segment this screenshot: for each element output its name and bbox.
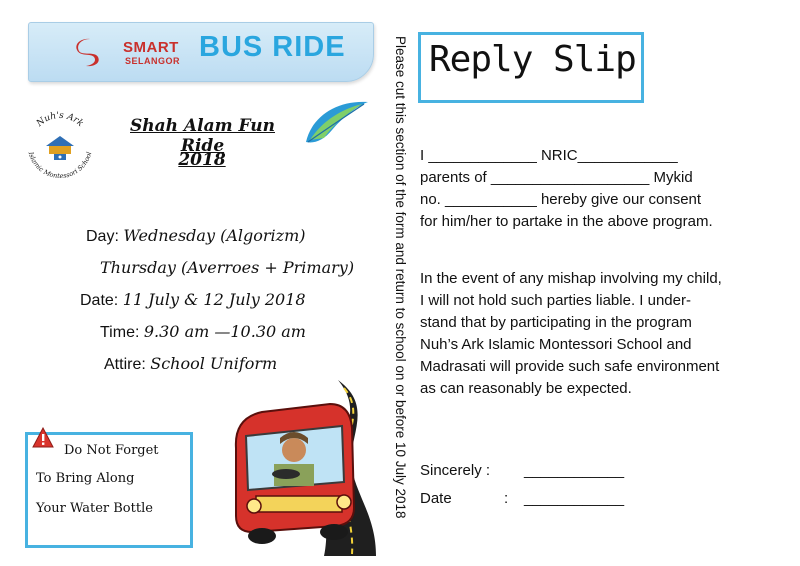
day-label: Day:	[86, 228, 124, 245]
liability-line-6: as can reasonably be expected.	[420, 380, 632, 397]
time-value: 9.30 am —10.30 am	[143, 322, 306, 341]
slip-date-colon: :	[504, 490, 509, 507]
date-label: Date:	[80, 292, 123, 309]
time-label: Time:	[100, 324, 144, 341]
cut-instruction-text: Please cut this section of the form and …	[393, 36, 408, 519]
warning-icon	[32, 427, 54, 448]
bus-on-road-illustration	[234, 380, 376, 556]
attire-line: Attire: School Uniform	[104, 354, 277, 374]
day-value: Wednesday (Algorizm)	[123, 226, 306, 245]
slip-date-label: Date	[420, 490, 452, 507]
banner-title: BUS RIDE	[199, 31, 346, 63]
attire-value: School Uniform	[150, 354, 278, 373]
school-logo-ring-top: Nuh's Ark	[34, 111, 85, 130]
reminder-line-3: Your Water Bottle	[36, 501, 153, 516]
leaf-logo-icon	[306, 101, 368, 143]
consent-line-3: no. ___________ hereby give our consent	[420, 191, 702, 208]
liability-line-4: Nuh’s Ark Islamic Montessori School and	[420, 336, 692, 353]
date-value: 11 July & 12 July 2018	[122, 290, 306, 309]
date-line: Date: 11 July & 12 July 2018	[80, 290, 306, 310]
reply-slip-title-box: Reply Slip	[418, 32, 644, 103]
time-line: Time: 9.30 am —10.30 am	[100, 322, 306, 342]
school-crest-logo-icon: Nuh's Ark Islamic Montessori School	[26, 111, 93, 180]
brand-name-line2: SELANGOR	[125, 56, 181, 66]
consent-line-1: I _____________ NRIC____________	[420, 147, 678, 164]
smart-selangor-logo-icon	[76, 38, 99, 67]
signature-block: Sincerely : ____________ Date: ___________…	[420, 460, 624, 510]
reply-slip-title: Reply Slip	[429, 39, 637, 80]
liability-line-3: stand that by participating in the progr…	[420, 314, 692, 331]
sincerely-label: Sincerely :	[420, 462, 491, 479]
svg-text:Nuh's Ark: Nuh's Ark	[34, 111, 85, 130]
water-bottle-reminder-box: Do Not Forget To Bring Along Your Water …	[25, 427, 193, 548]
reminder-line-1: Do Not Forget	[64, 443, 159, 458]
bus-ride-banner: SMART SELANGOR BUS RIDE	[28, 22, 374, 82]
day-line-2: Thursday (Averroes + Primary)	[100, 258, 354, 278]
sincerely-row: Sincerely : ____________	[420, 460, 624, 482]
slip-date-blank: ____________	[524, 490, 625, 507]
day-line: Day: Wednesday (Algorizm)	[86, 226, 305, 246]
liability-line-1: In the event of any mishap involving my …	[420, 270, 722, 287]
consent-line-2: parents of ___________________ Mykid	[420, 169, 693, 186]
day-value-2: Thursday (Averroes + Primary)	[100, 258, 355, 277]
cut-instruction-vertical: Please cut this section of the form and …	[392, 36, 408, 556]
attire-label: Attire:	[104, 356, 151, 373]
sincerely-blank: ____________	[524, 462, 625, 479]
brand-name-line1: SMART	[123, 39, 179, 56]
consent-line-4: for him/her to partake in the above prog…	[420, 213, 713, 230]
liability-paragraph: In the event of any mishap involving my …	[420, 268, 722, 400]
date-row: Date: ____________	[420, 488, 624, 510]
event-year: 2018	[178, 150, 226, 170]
reminder-line-2: To Bring Along	[36, 471, 135, 486]
consent-paragraph: I _____________ NRIC____________ parents…	[420, 145, 713, 233]
liability-line-5: Madrasati will provide such safe environ…	[420, 358, 720, 375]
liability-line-2: I will not hold such parties liable. I u…	[420, 292, 691, 309]
